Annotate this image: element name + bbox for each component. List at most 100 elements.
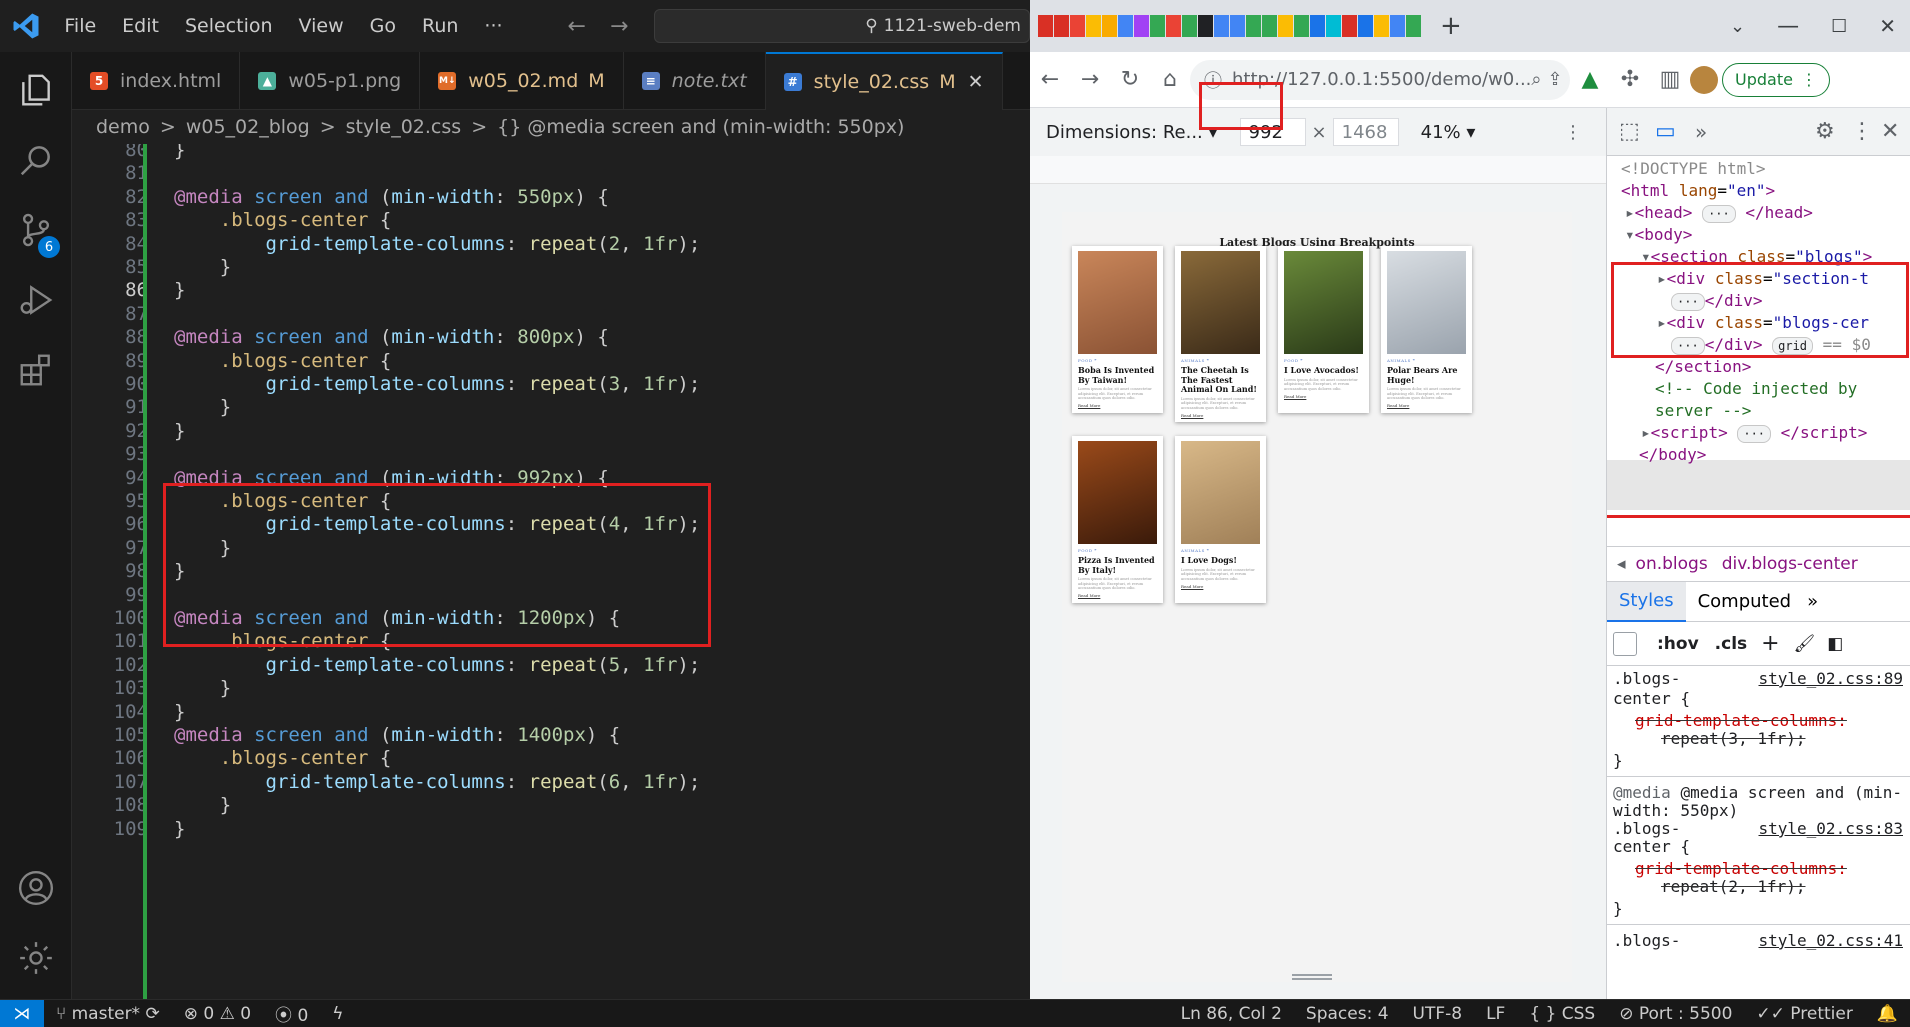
google-drive-icon[interactable]: ▲ xyxy=(1570,67,1610,92)
pinned-tab-favicon[interactable] xyxy=(1230,15,1245,37)
live-server-port[interactable]: ⊘ Port : 5500 xyxy=(1607,1004,1744,1024)
pinned-tab-favicon[interactable] xyxy=(1326,15,1341,37)
more-tabs-icon[interactable]: » xyxy=(1695,120,1735,144)
pinned-tab-favicon[interactable] xyxy=(1038,15,1053,37)
read-more-link[interactable]: Read More xyxy=(1284,394,1306,399)
command-center-search[interactable]: ⚲ 1121-sweb-dem xyxy=(654,9,1030,43)
blog-card[interactable]: FOOD ❞ Pizza Is Invented By Italy! Lorem i… xyxy=(1072,436,1163,603)
account-icon[interactable] xyxy=(0,856,72,920)
pinned-tab-favicon[interactable] xyxy=(1278,15,1293,37)
device-toggle-icon[interactable]: ▭ xyxy=(1655,119,1695,144)
pinned-tab-favicon[interactable] xyxy=(1070,15,1085,37)
dom-tree[interactable]: <!DOCTYPE html> <html lang="en"> ▸<head> ·… xyxy=(1607,156,1910,546)
blog-card[interactable]: ANIMALS ❞ The Cheetah Is The Fastest Anim… xyxy=(1175,246,1266,422)
blog-card[interactable]: FOOD ❞ I Love Avocados! Lorem ipsum dolor,… xyxy=(1278,246,1369,413)
source-control-icon[interactable]: 6 xyxy=(0,198,72,262)
viewport-width-input[interactable]: 992 xyxy=(1239,118,1306,146)
lightning-icon[interactable]: ϟ xyxy=(320,1004,355,1024)
menu-selection[interactable]: Selection xyxy=(172,15,286,37)
rule-3-selector[interactable]: .blogs- xyxy=(1613,930,1680,952)
back-icon[interactable]: ← xyxy=(1030,67,1070,92)
menu-run[interactable]: Run xyxy=(409,15,471,37)
zoom-dropdown[interactable]: 41% ▾ xyxy=(1421,122,1476,143)
rule-2-value[interactable]: repeat(2, 1fr); xyxy=(1661,876,1806,898)
pinned-tab-favicon[interactable] xyxy=(1086,15,1101,37)
ports-indicator[interactable]: ⦿ 0 xyxy=(263,1001,320,1026)
tab-styles[interactable]: Styles xyxy=(1607,581,1686,622)
close-window-button[interactable]: ✕ xyxy=(1879,14,1896,38)
menu-view[interactable]: View xyxy=(286,15,357,37)
pinned-tab-favicon[interactable] xyxy=(1054,15,1069,37)
pinned-tab-favicon[interactable] xyxy=(1358,15,1373,37)
read-more-link[interactable]: Read More xyxy=(1078,593,1100,598)
blog-card[interactable]: FOOD ❞ Boba Is Invented By Taiwan! Lorem i… xyxy=(1072,246,1163,413)
menu-file[interactable]: File xyxy=(51,15,109,37)
share-icon[interactable]: ⇪ xyxy=(1548,69,1563,90)
rule-1-selector[interactable]: .blogs- xyxy=(1613,668,1680,690)
forward-icon[interactable]: → xyxy=(1070,67,1110,92)
side-panel-icon[interactable]: ▥ xyxy=(1650,67,1690,92)
scroll-left-icon[interactable]: ◂ xyxy=(1617,554,1626,574)
media-query-ruler[interactable] xyxy=(1030,156,1606,184)
pinned-tab-favicon[interactable] xyxy=(1214,15,1229,37)
inspect-element-icon[interactable]: ⬚ xyxy=(1619,119,1655,144)
forward-arrow-icon[interactable]: → xyxy=(598,14,640,39)
menu-edit[interactable]: Edit xyxy=(109,15,172,37)
new-rule-icon[interactable]: + xyxy=(1761,631,1779,656)
pinned-tab-favicon[interactable] xyxy=(1262,15,1277,37)
pinned-tab-favicon[interactable] xyxy=(1374,15,1389,37)
prettier-status[interactable]: ✓✓ Prettier xyxy=(1744,1004,1864,1024)
dom-node-line[interactable]: </body> xyxy=(1639,442,1706,468)
blog-card[interactable]: ANIMALS ❞ Polar Bears Are Huge! Lorem ipsu… xyxy=(1381,246,1472,413)
code-line[interactable]: 109} xyxy=(72,815,1030,843)
read-more-link[interactable]: Read More xyxy=(1387,403,1409,408)
crumb-div[interactable]: div.blogs-center xyxy=(1722,554,1858,574)
hov-toggle[interactable]: :hov xyxy=(1657,634,1699,654)
profile-avatar[interactable] xyxy=(1690,65,1718,94)
crumb-section[interactable]: on.blogs xyxy=(1636,554,1708,574)
rule-1-value[interactable]: repeat(3, 1fr); xyxy=(1661,728,1806,750)
tab-note-txt[interactable]: ≡ note.txt xyxy=(624,52,766,110)
reload-icon[interactable]: ↻ xyxy=(1110,67,1150,92)
devtools-settings-icon[interactable]: ⚙ xyxy=(1815,119,1851,144)
rule-1-source[interactable]: style_02.css:89 xyxy=(1759,668,1904,690)
pinned-tab-favicon[interactable] xyxy=(1118,15,1133,37)
pinned-tab-favicon[interactable] xyxy=(1150,15,1165,37)
pinned-tab-favicon[interactable] xyxy=(1390,15,1405,37)
more-tabs-icon[interactable]: » xyxy=(1803,582,1822,622)
tab-w05-p1-png[interactable]: ▲ w05-p1.png xyxy=(240,52,421,110)
tab-style-02-css[interactable]: # style_02.css M ✕ xyxy=(765,52,1003,110)
back-arrow-icon[interactable]: ← xyxy=(556,14,598,39)
cursor-position[interactable]: Ln 86, Col 2 xyxy=(1169,1004,1294,1024)
tab-computed[interactable]: Computed xyxy=(1686,582,1804,622)
blog-card[interactable]: ANIMALS ❞ I Love Dogs! Lorem ipsum dolor, … xyxy=(1175,436,1266,603)
resize-handle[interactable] xyxy=(1292,974,1332,980)
extensions-icon[interactable] xyxy=(0,338,72,402)
run-debug-icon[interactable] xyxy=(0,268,72,332)
pinned-tab-favicon[interactable] xyxy=(1166,15,1181,37)
branch-indicator[interactable]: ⑂ master* ⟳ xyxy=(44,1004,172,1024)
pinned-tab-favicon[interactable] xyxy=(1198,15,1213,37)
code-editor[interactable]: 80} 81 82 @media screen and (min-width: 550… xyxy=(72,144,1030,999)
update-button[interactable]: Update ⋮ xyxy=(1722,62,1830,97)
devtools-close-icon[interactable]: ✕ xyxy=(1881,119,1910,144)
pinned-tab-favicon[interactable] xyxy=(1134,15,1149,37)
pinned-tab-favicon[interactable] xyxy=(1246,15,1261,37)
rule-2-source[interactable]: style_02.css:83 xyxy=(1759,818,1904,840)
read-more-link[interactable]: Read More xyxy=(1181,413,1203,418)
zoom-icon[interactable]: ⌕ xyxy=(1531,69,1541,90)
devtools-menu-icon[interactable]: ⋮ xyxy=(1851,119,1881,144)
more-options-icon[interactable]: ⋮ xyxy=(1564,122,1582,143)
cls-toggle[interactable]: .cls xyxy=(1715,634,1747,654)
breadcrumb-file[interactable]: style_02.css xyxy=(346,116,462,138)
read-more-link[interactable]: Read More xyxy=(1181,584,1203,589)
pinned-tab-favicon[interactable] xyxy=(1406,15,1421,37)
problems-indicator[interactable]: ⊗ 0 ⚠ 0 xyxy=(172,1004,263,1024)
line-ending[interactable]: LF xyxy=(1474,1004,1517,1024)
notifications-bell-icon[interactable]: 🔔 xyxy=(1865,1004,1910,1024)
menu-go[interactable]: Go xyxy=(357,15,409,37)
viewport-height-input[interactable]: 1468 xyxy=(1332,118,1399,146)
pinned-tab-favicon[interactable] xyxy=(1342,15,1357,37)
remote-icon[interactable]: ⋊ xyxy=(0,999,44,1027)
tab-search-icon[interactable]: ⌄ xyxy=(1730,16,1745,37)
